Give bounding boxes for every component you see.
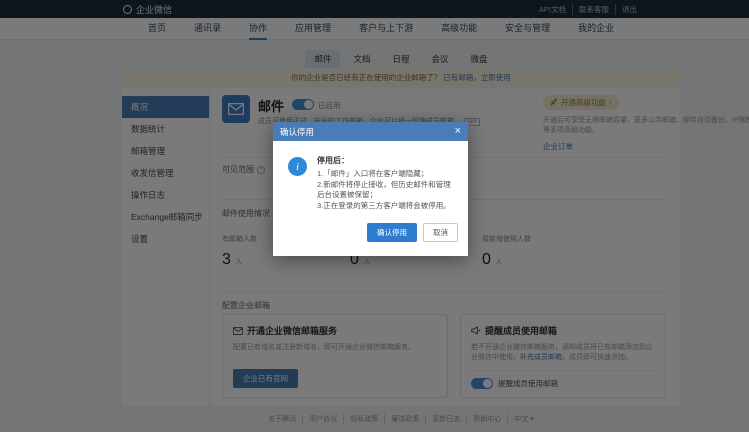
confirm-disable-button[interactable]: 确认停用: [367, 223, 417, 242]
dialog-line-2: 2.新邮件将停止接收，但历史邮件和管理后台设置被保留；: [317, 180, 456, 201]
info-circle-icon: i: [288, 157, 307, 176]
confirm-disable-dialog: 确认停用 × i 停用后： 1.「邮件」入口将在客户端隐藏； 2.新邮件将停止接…: [273, 122, 468, 256]
dialog-header: 确认停用 ×: [273, 122, 468, 141]
dialog-title: 确认停用: [280, 126, 314, 138]
dialog-heading: 停用后：: [317, 155, 456, 166]
dialog-body: i 停用后： 1.「邮件」入口将在客户端隐藏； 2.新邮件将停止接收，但历史邮件…: [273, 141, 468, 219]
dialog-line-3: 3.正在登录的第三方客户端将会被停用。: [317, 201, 456, 212]
close-icon[interactable]: ×: [455, 126, 461, 137]
cancel-button[interactable]: 取消: [423, 223, 458, 242]
dialog-footer: 确认停用 取消: [273, 219, 468, 256]
dialog-line-1: 1.「邮件」入口将在客户端隐藏；: [317, 169, 456, 180]
